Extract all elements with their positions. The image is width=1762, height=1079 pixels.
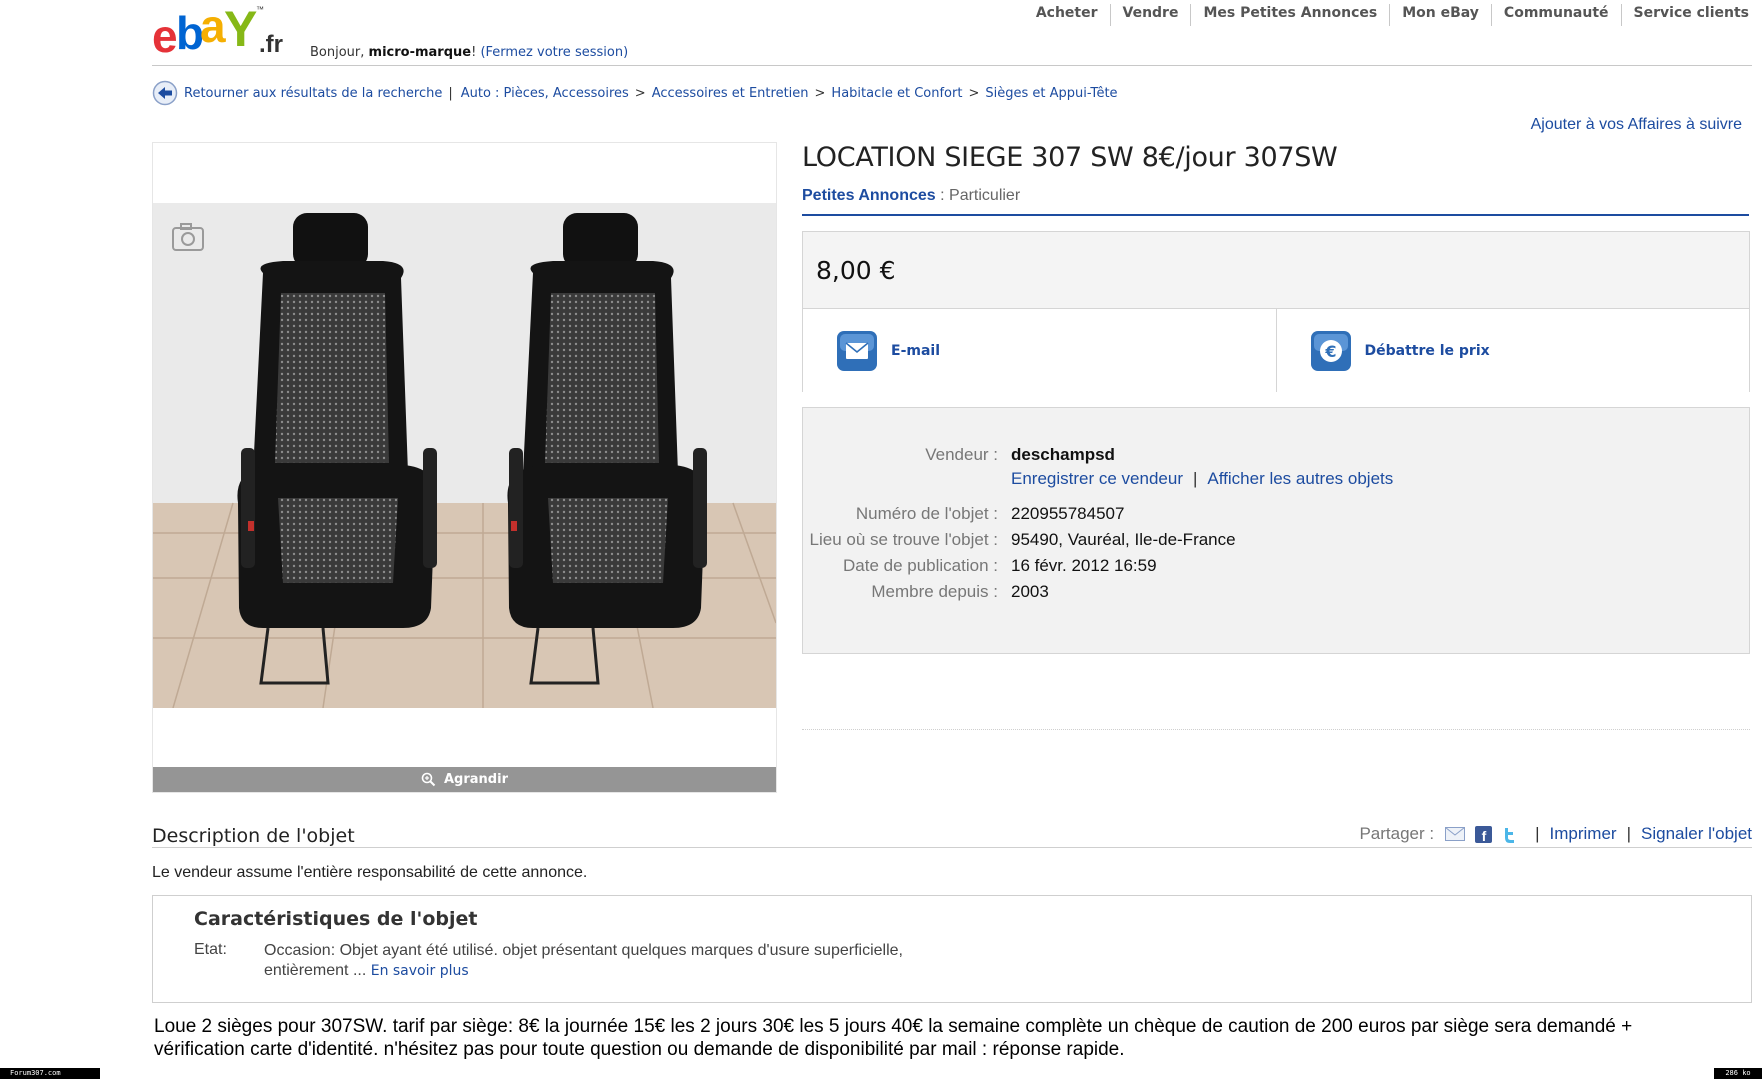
nav-mes-petites-annonces[interactable]: Mes Petites Annonces xyxy=(1190,4,1389,26)
greeting: Bonjour, micro-marque! (Fermez votre ses… xyxy=(310,45,629,60)
breadcrumb-item[interactable]: Habitacle et Confort xyxy=(831,86,962,101)
zoom-icon xyxy=(421,772,436,787)
envelope-icon xyxy=(837,330,877,371)
breadcrumb: Retourner aux résultats de la recherche … xyxy=(152,80,1118,106)
contact-actions: E-mail € Débattre le prix xyxy=(803,308,1749,392)
enlarge-label: Agrandir xyxy=(444,772,508,787)
image-panel: Agrandir xyxy=(152,142,777,793)
euro-icon: € xyxy=(1310,330,1351,371)
description-body: Loue 2 sièges pour 307SW. tarif par sièg… xyxy=(154,1016,1633,1060)
svg-text:™: ™ xyxy=(256,5,264,14)
item-number-label: Numéro de l'objet : xyxy=(855,504,998,523)
date-label: Date de publication : xyxy=(843,556,998,575)
description-title: Description de l'objet xyxy=(152,825,355,847)
condition-label: Etat: xyxy=(194,941,227,958)
price-box: 8,00 € E-mail € Débattre le prix xyxy=(802,231,1750,392)
item-number: 220955784507 xyxy=(1011,504,1125,523)
member-since: 2003 xyxy=(1011,582,1049,601)
ebay-logo[interactable]: e b a Y .fr ™ xyxy=(152,0,300,62)
seller-info-box: Vendeur : deschampsd Enregistrer ce vend… xyxy=(802,407,1750,654)
breadcrumb-item[interactable]: Sièges et Appui-Tête xyxy=(985,86,1117,101)
seller-label: Vendeur : xyxy=(925,445,998,464)
location-label: Lieu où se trouve l'objet : xyxy=(809,530,998,549)
email-label: E-mail xyxy=(891,342,941,359)
add-to-watchlist-link[interactable]: Ajouter à vos Affaires à suivre xyxy=(1531,116,1742,134)
top-nav: Acheter Vendre Mes Petites Annonces Mon … xyxy=(1024,4,1749,26)
mail-share-icon[interactable] xyxy=(1445,827,1466,841)
item-location: 95490, Vauréal, Ile-de-France xyxy=(1011,530,1236,549)
svg-text:.fr: .fr xyxy=(259,31,283,58)
price: 8,00 € xyxy=(816,256,896,285)
email-button[interactable]: E-mail xyxy=(803,309,1276,392)
other-items-link[interactable]: Afficher les autres objets xyxy=(1207,469,1393,488)
back-to-results-link[interactable]: Retourner aux résultats de la recherche xyxy=(184,86,442,101)
header-divider xyxy=(152,65,1752,66)
report-item-link[interactable]: Signaler l'objet xyxy=(1641,824,1752,844)
nav-vendre[interactable]: Vendre xyxy=(1109,4,1191,26)
share-label: Partager : xyxy=(1359,824,1435,843)
seller-disclaimer: Le vendeur assume l'entière responsabili… xyxy=(152,864,588,881)
breadcrumb-item[interactable]: Accessoires et Entretien xyxy=(652,86,809,101)
seller-type: Particulier xyxy=(949,187,1021,204)
svg-text:Y: Y xyxy=(224,2,257,57)
listing-type: Petites Annonces : Particulier xyxy=(802,187,1021,204)
back-arrow-icon[interactable] xyxy=(152,80,178,106)
description-divider xyxy=(152,847,1752,848)
nav-communaute[interactable]: Communauté xyxy=(1490,4,1621,26)
share-bar: Partager : f | Imprimer | Signaler l'obj… xyxy=(1359,824,1752,844)
title-divider xyxy=(802,214,1749,216)
nav-service-clients[interactable]: Service clients xyxy=(1620,4,1749,26)
svg-text:a: a xyxy=(200,2,226,52)
svg-text:€: € xyxy=(1324,342,1336,361)
watermark-right: 286 ko xyxy=(1714,1068,1762,1079)
item-characteristics: Caractéristiques de l'objet Etat: Occasi… xyxy=(152,895,1752,1003)
condition-value: Occasion: Objet ayant été utilisé. objet… xyxy=(264,942,903,979)
facebook-icon[interactable]: f xyxy=(1475,825,1493,843)
breadcrumb-separator: | xyxy=(448,85,453,101)
listing-type-label: Petites Annonces xyxy=(802,187,936,204)
negotiate-price-button[interactable]: € Débattre le prix xyxy=(1275,309,1750,392)
svg-text:f: f xyxy=(1482,828,1487,843)
nav-acheter[interactable]: Acheter xyxy=(1024,4,1110,26)
seller-name[interactable]: deschampsd xyxy=(1011,445,1115,465)
listing-title: LOCATION SIEGE 307 SW 8€/jour 307SW xyxy=(802,142,1338,173)
username: micro-marque xyxy=(368,45,472,60)
enlarge-button[interactable]: Agrandir xyxy=(153,767,776,792)
logout-link[interactable]: (Fermez votre session) xyxy=(480,45,628,60)
characteristics-title: Caractéristiques de l'objet xyxy=(194,908,478,930)
save-seller-link[interactable]: Enregistrer ce vendeur xyxy=(1011,469,1183,488)
read-more-link[interactable]: En savoir plus xyxy=(371,963,469,979)
section-divider xyxy=(802,729,1750,730)
print-link[interactable]: Imprimer xyxy=(1550,824,1617,844)
negotiate-price-label: Débattre le prix xyxy=(1364,342,1490,359)
member-since-label: Membre depuis : xyxy=(871,582,998,601)
twitter-icon[interactable] xyxy=(1502,826,1520,843)
publication-date: 16 févr. 2012 16:59 xyxy=(1011,556,1157,575)
watermark-left: Forum307.com xyxy=(0,1068,100,1079)
breadcrumb-item[interactable]: Auto : Pièces, Accessoires xyxy=(461,86,629,101)
nav-mon-ebay[interactable]: Mon eBay xyxy=(1389,4,1491,26)
item-photo[interactable] xyxy=(153,203,776,708)
svg-text:e: e xyxy=(152,10,177,60)
